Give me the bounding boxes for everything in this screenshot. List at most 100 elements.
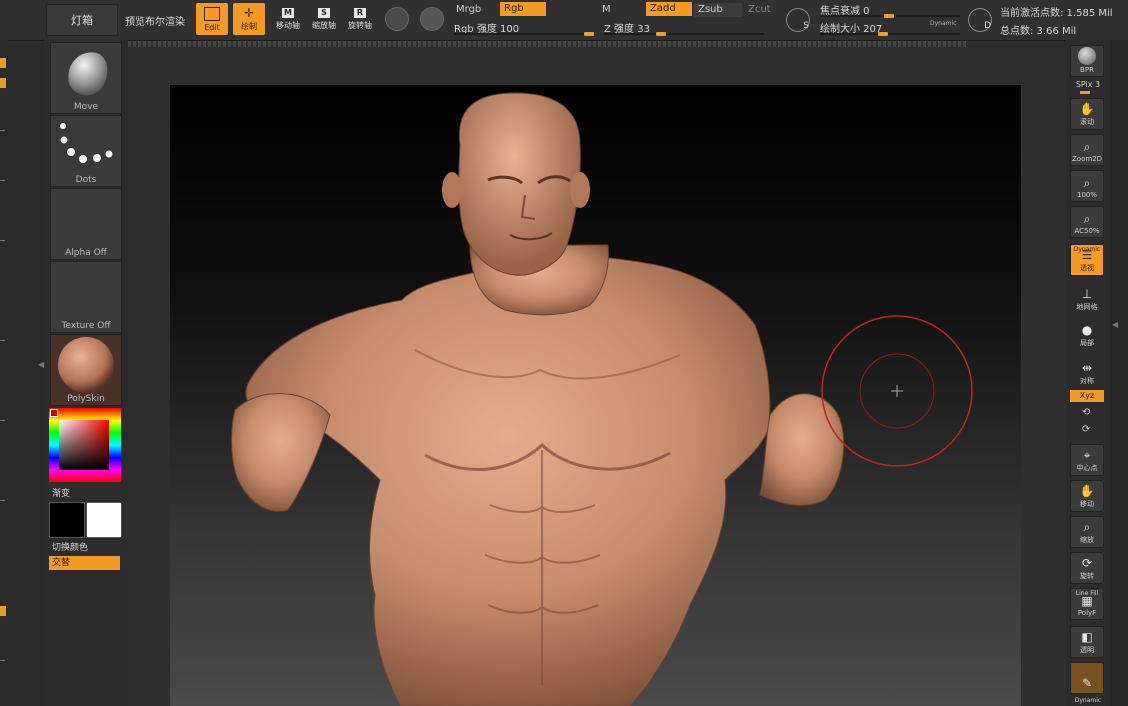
line-fill-button[interactable]: Line Fill ▦ PolyF (1070, 588, 1104, 620)
ghost-icon: ✎ (1081, 676, 1093, 690)
hand-icon: ✋ (1079, 484, 1095, 498)
ghost-button[interactable]: ✎ (1070, 662, 1104, 694)
edge-tick (0, 660, 5, 661)
local-button[interactable]: ● 局部 (1070, 318, 1104, 350)
half-size-button[interactable]: ⌕ AC50% (1070, 206, 1104, 238)
zadd-button[interactable]: Zadd (646, 2, 692, 16)
preview-bool-render-button[interactable]: 预览布尔渲染 (125, 13, 185, 28)
rotate-icon: R (354, 7, 366, 18)
edit-button[interactable]: Edit (196, 3, 228, 35)
z-intensity-knob[interactable] (656, 32, 666, 36)
draw-size-knob[interactable] (878, 32, 888, 36)
edge-marker (0, 78, 6, 88)
rgb-intensity-slider[interactable] (454, 33, 594, 35)
spix-slider-knob[interactable] (1080, 91, 1090, 94)
scale-tool-button[interactable]: S 缩放轴 (308, 3, 340, 35)
preview-bool-label: 预览布尔渲染 (125, 17, 185, 28)
color-picker[interactable] (49, 408, 121, 482)
secondary-color-swatch[interactable] (86, 502, 122, 538)
xyz-button[interactable]: Xyz (1070, 390, 1104, 402)
zoom-view-button[interactable]: ⌕ 缩放 (1070, 516, 1104, 548)
mrgb-button[interactable]: Mrgb (452, 3, 485, 17)
lazy-mouse-icon[interactable]: S (786, 8, 810, 32)
rotate-y-icon[interactable]: ⟲ (1082, 407, 1090, 418)
left-edge-strip (0, 40, 8, 706)
backface-mask-icon[interactable]: D (968, 8, 992, 32)
texture-selector[interactable]: Texture Off (50, 261, 122, 333)
zsub-button[interactable]: Zsub (694, 3, 742, 17)
lightbox-label: 灯箱 (71, 14, 93, 27)
draw-size-slider[interactable] (820, 33, 960, 35)
dynamic-size-button[interactable]: Dynamic (930, 20, 956, 27)
bpr-button[interactable]: BPR (1070, 45, 1104, 77)
right-shelf: BPR SPix 3 ✋ 滚动 ⌕ Zoom2D ⌕ 100% ⌕ AC50% Dyna… (1066, 40, 1110, 706)
zoom2d-button[interactable]: ⌕ Zoom2D (1070, 134, 1104, 166)
brush-selector[interactable]: Move (50, 42, 122, 114)
move-view-button[interactable]: ✋ 移动 (1070, 480, 1104, 512)
material-sphere-icon[interactable] (385, 7, 409, 31)
color-square[interactable] (59, 420, 109, 470)
draw-label: 绘制 (241, 21, 257, 31)
rgb-intensity-knob[interactable] (584, 32, 594, 36)
scroll-button[interactable]: ✋ 滚动 (1070, 98, 1104, 130)
rotate-view-button[interactable]: ⟳ 旋转 (1070, 552, 1104, 584)
zcut-button[interactable]: Zcut (744, 3, 775, 17)
texture-sphere-icon[interactable] (420, 7, 444, 31)
brush-name: Move (73, 102, 99, 112)
frame-button[interactable]: ⌖ 中心点 (1070, 444, 1104, 476)
transparency-icon: ◧ (1081, 630, 1093, 644)
left-collapse-arrow-icon[interactable]: ◀ (38, 360, 44, 369)
actual-size-button[interactable]: ⌕ 100% (1070, 170, 1104, 202)
floor-button[interactable]: ⊥ 地网格 (1070, 282, 1104, 314)
bpr-sphere-icon (1078, 47, 1096, 65)
edge-tick (0, 420, 5, 421)
rotate-icon: ⟳ (1081, 556, 1093, 570)
lightbox-button[interactable]: 灯箱 (46, 4, 118, 36)
z-intensity-slider[interactable] (604, 33, 764, 35)
move-tool-button[interactable]: M 移动轴 (272, 3, 304, 35)
rotate-tool-label: 旋转轴 (348, 20, 372, 30)
magnifier-icon: ⌕ (1083, 176, 1091, 190)
ghost-dynamic-label: Dynamic (1074, 697, 1102, 704)
hand-icon: ✋ (1079, 102, 1095, 116)
symmetry-button[interactable]: ⇹ 对称 (1070, 356, 1104, 388)
scale-tool-label: 缩放轴 (312, 20, 336, 30)
alpha-name: Alpha Off (65, 248, 107, 258)
rotate-z-icon[interactable]: ⟳ (1082, 424, 1090, 435)
rgb-button[interactable]: Rgb (500, 2, 546, 16)
floor-grid-icon: ⊥ (1081, 287, 1093, 301)
edge-tick (0, 180, 5, 181)
active-points-count: 当前激活点数: 1.585 Mil (1000, 8, 1113, 19)
polyskin-sphere-icon (58, 337, 114, 393)
texture-name: Texture Off (61, 321, 111, 331)
edge-tick (0, 240, 5, 241)
color-marker[interactable] (50, 409, 58, 417)
switch-color-button[interactable]: 切换颜色 (52, 540, 88, 553)
magnifier-icon: ⌕ (1083, 140, 1091, 154)
sculpt-model[interactable] (170, 85, 1021, 706)
material-selector[interactable]: PolySkin (50, 334, 122, 406)
transparency-button[interactable]: ◧ 透明 (1070, 626, 1104, 658)
dynamic-label: Dynamic (1073, 246, 1101, 253)
main-color-swatch[interactable] (49, 502, 85, 538)
draw-button[interactable]: ✛ 绘制 (233, 3, 265, 35)
m-button[interactable]: M (598, 3, 615, 17)
collapse-arrow-icon[interactable]: ◀ (1112, 320, 1118, 329)
edge-tick (0, 500, 5, 501)
perspective-button[interactable]: Dynamic ☰ 透视 (1070, 244, 1104, 276)
stroke-selector[interactable]: Dots (50, 115, 122, 187)
document-viewport[interactable] (170, 85, 1021, 706)
move-brush-icon (68, 52, 108, 96)
frame-icon: ⌖ (1083, 448, 1091, 462)
move-tool-label: 移动轴 (276, 20, 300, 30)
magnifier-icon: ⌕ (1083, 212, 1091, 226)
magnifier-icon: ⌕ (1083, 520, 1091, 534)
alternate-button[interactable]: 交替 (49, 556, 120, 570)
edit-label: Edit (204, 22, 220, 32)
gradient-label[interactable]: 渐变 (52, 486, 70, 499)
spix-setting[interactable]: SPix 3 (1066, 80, 1110, 89)
edge-tick (0, 130, 5, 131)
rotate-tool-button[interactable]: R 旋转轴 (344, 3, 376, 35)
focal-shift-knob[interactable] (884, 14, 894, 18)
alpha-selector[interactable]: Alpha Off (50, 188, 122, 260)
